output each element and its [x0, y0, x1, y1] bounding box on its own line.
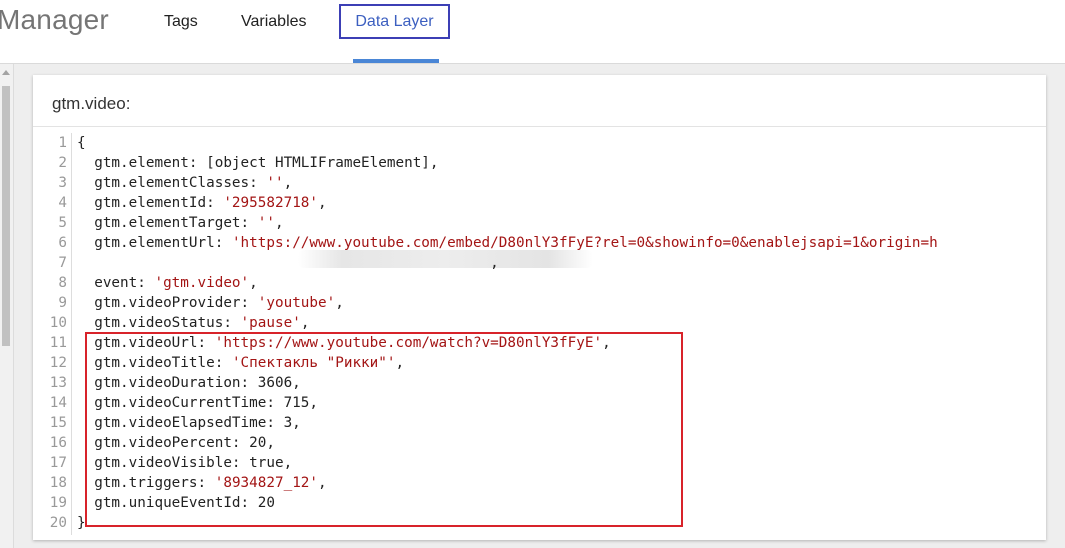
code-line: gtm.videoPercent: 20,: [77, 433, 275, 453]
string-token: 'https://www.youtube.com/embed/D80nlY3fF…: [231, 235, 938, 251]
card-title: gtm.video:: [52, 94, 131, 113]
line-number: 12: [49, 355, 67, 371]
tab-tags[interactable]: Tags: [164, 13, 198, 31]
line-number: 11: [49, 335, 67, 351]
line-number: 10: [49, 315, 67, 331]
code-line: gtm.elementId: '295582718',: [77, 193, 327, 213]
line-number: 20: [49, 515, 67, 531]
line-number: 3: [58, 175, 67, 191]
code-line: gtm.elementClasses: '',: [77, 173, 292, 193]
string-token: '': [266, 175, 284, 191]
code-line: event: 'gtm.video',: [77, 273, 258, 293]
line-number: 1: [58, 135, 67, 151]
code-token: ,: [602, 335, 611, 351]
code-token: gtm.elementClasses:: [77, 175, 267, 191]
code-token: ,: [318, 195, 327, 211]
line-number: 5: [58, 215, 67, 231]
scroll-up-arrow-icon[interactable]: [2, 70, 10, 75]
code-token: gtm.videoVisible: true,: [77, 455, 293, 471]
string-token: 'youtube': [257, 295, 336, 311]
code-token: event:: [77, 275, 155, 291]
code-line: {: [77, 133, 86, 153]
code-token: gtm.videoUrl:: [77, 335, 215, 351]
code-line: gtm.videoDuration: 3606,: [77, 373, 301, 393]
string-token: 'pause': [240, 315, 301, 331]
line-number: 7: [58, 255, 67, 271]
code-token: gtm.uniqueEventId: 20: [77, 495, 275, 511]
code-token: gtm.videoDuration: 3606,: [77, 375, 301, 391]
line-number: 15: [49, 415, 67, 431]
code-line: }: [77, 513, 86, 533]
code-viewer: 1 2 3 4 5 6 7 8 9 10 11 12 13 14 15 16 17 18 19 20 { gtm.el…: [33, 133, 1046, 535]
code-line: ,: [77, 253, 499, 273]
code-line: gtm.elementTarget: '',: [77, 213, 284, 233]
code-token: ,: [395, 355, 405, 371]
line-number: 16: [49, 435, 67, 451]
app-brand-title: Manager: [0, 4, 109, 35]
vertical-scrollbar[interactable]: [0, 64, 14, 548]
code-line: gtm.videoElapsedTime: 3,: [77, 413, 301, 433]
code-token: gtm.videoPercent: 20,: [77, 435, 275, 451]
code-token: ,: [249, 275, 258, 291]
line-number: 2: [58, 155, 67, 171]
line-number: 6: [58, 235, 67, 251]
code-line: gtm.element: [object HTMLIFrameElement],: [77, 153, 439, 173]
code-line: gtm.triggers: '8934827_12',: [77, 473, 327, 493]
code-line: gtm.videoProvider: 'youtube',: [77, 293, 344, 313]
code-token: gtm.videoCurrentTime: 715,: [77, 395, 319, 411]
tab-variables[interactable]: Variables: [241, 13, 307, 31]
code-token: ,: [283, 175, 293, 191]
code-line: gtm.videoCurrentTime: 715,: [77, 393, 318, 413]
code-token: gtm.element: [object HTMLIFrameElement],: [77, 155, 439, 171]
code-line: gtm.elementUrl: 'https://www.youtube.com…: [77, 233, 938, 253]
string-token: '295582718': [223, 195, 319, 211]
line-number: 17: [49, 455, 67, 471]
code-token: ,: [300, 315, 310, 331]
code-token: {: [77, 135, 86, 151]
line-number: 13: [49, 375, 67, 391]
code-token: gtm.elementId:: [77, 195, 224, 211]
code-line: gtm.videoStatus: 'pause',: [77, 313, 309, 333]
card-divider: [33, 126, 1046, 127]
line-number: 14: [49, 395, 67, 411]
line-number: 9: [58, 295, 67, 311]
top-bar: Manager Tags Variables Data Layer: [0, 0, 1065, 64]
line-number: 8: [58, 275, 67, 291]
code-line: gtm.uniqueEventId: 20: [77, 493, 275, 513]
code-token: gtm.videoProvider:: [77, 295, 258, 311]
code-token: }: [77, 515, 86, 531]
code-token: gtm.videoElapsedTime: 3,: [77, 415, 301, 431]
string-token: '8934827_12': [214, 475, 319, 491]
code-token: gtm.elementTarget:: [77, 215, 258, 231]
string-token: 'Спектакль "Рикки"': [231, 355, 396, 371]
code-line: gtm.videoTitle: 'Спектакль "Рикки"',: [77, 353, 404, 373]
scrollbar-thumb[interactable]: [2, 86, 10, 346]
code-token: gtm.videoStatus:: [77, 315, 241, 331]
line-number: 4: [58, 195, 67, 211]
code-line: gtm.videoVisible: true,: [77, 453, 292, 473]
active-tab-indicator: [353, 59, 439, 63]
code-line: gtm.videoUrl: 'https://www.youtube.com/w…: [77, 333, 611, 353]
line-number-gutter: 1 2 3 4 5 6 7 8 9 10 11 12 13 14 15 16 17 18 19 20: [33, 133, 72, 535]
string-token: 'gtm.video': [154, 275, 250, 291]
code-token: ,: [274, 215, 284, 231]
string-token: '': [257, 215, 275, 231]
code-token: ,: [318, 475, 327, 491]
code-token: ,: [335, 295, 344, 311]
code-token: gtm.triggers:: [77, 475, 215, 491]
code-token: gtm.videoTitle:: [77, 355, 232, 371]
code-token: ,: [77, 255, 499, 271]
string-token: 'https://www.youtube.com/watch?v=D80nlY3…: [214, 335, 603, 351]
code-token: gtm.elementUrl:: [77, 235, 232, 251]
tab-data-layer[interactable]: Data Layer: [339, 4, 450, 39]
data-layer-card: gtm.video: 1 2 3 4 5 6 7 8 9 10 11 12 13 14 15 16 17 18 19…: [33, 75, 1046, 540]
line-number: 18: [49, 475, 67, 491]
line-number: 19: [49, 495, 67, 511]
